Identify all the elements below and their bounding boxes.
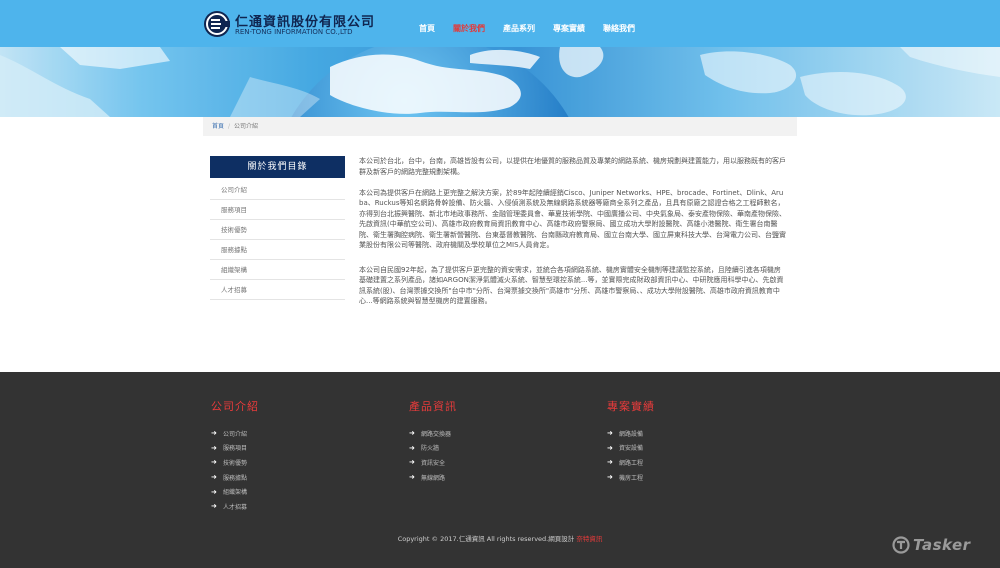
nav-home[interactable]: 首頁 (410, 0, 444, 47)
footer-heading-products: 產品資訊 (409, 400, 457, 413)
arrow-right-icon: ➜ (409, 443, 415, 452)
footer-link-label: 網路設備 (619, 430, 644, 438)
sidebar-item-organization[interactable]: 組織架構 (210, 260, 345, 280)
footer-link-label: 資訊安全 (421, 459, 446, 467)
footer-link-label: 無線網路 (421, 474, 446, 482)
arrow-right-icon: ➜ (211, 443, 217, 452)
sidebar-title: 關於我們目錄 (210, 156, 345, 178)
sidebar-item-technology[interactable]: 技術優勢 (210, 220, 345, 240)
globe-map-image (0, 47, 1000, 117)
hero-banner (0, 47, 1000, 117)
footer-link[interactable]: ➜ 服務項目 (211, 441, 259, 456)
footer-link[interactable]: ➜ 資安設備 (607, 441, 655, 456)
copyright-notice: Copyright © 2017.仁通資訊 All rights reserve… (0, 533, 1000, 543)
footer-link[interactable]: ➜ 網路工程 (607, 455, 655, 470)
sidebar-item-services[interactable]: 服務項目 (210, 200, 345, 220)
nav-projects[interactable]: 專案實績 (544, 0, 594, 47)
footer-column-products: 產品資訊 ➜ 網路交換器 ➜ 防火牆 ➜ 資訊安全 ➜ 無線網路 (409, 398, 457, 484)
main-nav: 首頁 關於我們 產品系列 專案實績 聯絡我們 (410, 0, 644, 47)
footer-link[interactable]: ➜ 資訊安全 (409, 455, 457, 470)
footer-link-label: 防火牆 (421, 445, 440, 453)
logo[interactable]: 仁通資訊股份有限公司 REN-TONG INFORMATION CO.,LTD (203, 9, 374, 39)
arrow-right-icon: ➜ (607, 443, 613, 452)
footer-link[interactable]: ➜ 人才招募 (211, 499, 259, 514)
footer-heading-company: 公司介紹 (211, 400, 259, 413)
brand-subtitle: REN-TONG INFORMATION CO.,LTD (235, 28, 353, 36)
tasker-watermark: Tasker (892, 536, 971, 554)
breadcrumb: 首頁 / 公司介紹 (203, 117, 797, 136)
sidebar-item-careers[interactable]: 人才招募 (210, 280, 345, 300)
footer-link[interactable]: ➜ 公司介紹 (211, 426, 259, 441)
company-intro-content: 本公司於台北，台中，台南，高雄皆設有公司，以提供在地優質的服務品質及專業的網路系… (359, 156, 787, 317)
arrow-right-icon: ➜ (211, 487, 217, 496)
sidebar-menu: 公司介紹 服務項目 技術優勢 服務據點 組織架構 人才招募 (210, 180, 345, 300)
sidebar-item-locations[interactable]: 服務據點 (210, 240, 345, 260)
footer-link[interactable]: ➜ 網路設備 (607, 426, 655, 441)
footer-link-label: 技術優勢 (223, 459, 248, 467)
copyright-text: Copyright © 2017.仁通資訊 All rights reserve… (397, 535, 575, 543)
footer-link[interactable]: ➜ 機房工程 (607, 470, 655, 485)
footer-link[interactable]: ➜ 無線網路 (409, 470, 457, 485)
footer-heading-projects: 專案實績 (607, 400, 655, 413)
footer-link[interactable]: ➜ 組織架構 (211, 484, 259, 499)
nav-about[interactable]: 關於我們 (444, 0, 494, 47)
footer-link-label: 服務據點 (223, 474, 248, 482)
breadcrumb-separator: / (228, 123, 231, 130)
watermark-text: Tasker (913, 536, 971, 554)
nav-products[interactable]: 產品系列 (494, 0, 544, 47)
footer-link-label: 公司介紹 (223, 430, 248, 438)
arrow-right-icon: ➜ (211, 458, 217, 467)
site-footer: 公司介紹 ➜ 公司介紹 ➜ 服務項目 ➜ 技術優勢 ➜ 服務據點 ➜ 組織架構 ➜ 人才招募… (0, 372, 1000, 568)
arrow-right-icon: ➜ (607, 429, 613, 438)
arrow-right-icon: ➜ (409, 429, 415, 438)
about-sidebar: 關於我們目錄 公司介紹 服務項目 技術優勢 服務據點 組織架構 人才招募 (210, 156, 345, 300)
sidebar-item-company-intro[interactable]: 公司介紹 (210, 180, 345, 200)
arrow-right-icon: ➜ (211, 473, 217, 482)
designer-link[interactable]: 奈特資訊 (576, 535, 602, 543)
footer-link-label: 網路工程 (619, 459, 644, 467)
distribution-paragraph: 本公司為提供客戶在網路上更完整之解決方案，於89年起陸續經銷Cisco、Juni… (359, 188, 786, 250)
nav-contact[interactable]: 聯絡我們 (594, 0, 644, 47)
footer-link-label: 服務項目 (223, 445, 248, 453)
intro-paragraph: 本公司於台北，台中，台南，高雄皆設有公司，以提供在地優質的服務品質及專業的網路系… (359, 157, 786, 176)
breadcrumb-current: 公司介紹 (234, 123, 259, 130)
arrow-right-icon: ➜ (211, 429, 217, 438)
footer-link-label: 人才招募 (223, 503, 248, 511)
tasker-logo-icon (892, 536, 910, 554)
site-header: 仁通資訊股份有限公司 REN-TONG INFORMATION CO.,LTD … (0, 0, 1000, 47)
breadcrumb-home[interactable]: 首頁 (212, 123, 224, 130)
footer-link-label: 機房工程 (619, 474, 644, 482)
footer-link[interactable]: ➜ 防火牆 (409, 441, 457, 456)
logo-icon (204, 11, 230, 37)
footer-link-label: 資安設備 (619, 445, 644, 453)
footer-link[interactable]: ➜ 技術優勢 (211, 455, 259, 470)
footer-column-projects: 專案實績 ➜ 網路設備 ➜ 資安設備 ➜ 網路工程 ➜ 機房工程 (607, 398, 655, 484)
footer-column-company: 公司介紹 ➜ 公司介紹 ➜ 服務項目 ➜ 技術優勢 ➜ 服務據點 ➜ 組織架構 ➜ 人才招募 (211, 398, 259, 514)
security-paragraph: 本公司自民國92年起，為了提供客戶更完整的資安需求，並統合各項網路系統、機房實體… (359, 265, 784, 306)
arrow-right-icon: ➜ (607, 473, 613, 482)
footer-link-label: 網路交換器 (421, 430, 452, 438)
footer-link[interactable]: ➜ 網路交換器 (409, 426, 457, 441)
footer-link-label: 組織架構 (223, 489, 248, 497)
arrow-right-icon: ➜ (607, 458, 613, 467)
footer-link[interactable]: ➜ 服務據點 (211, 470, 259, 485)
arrow-right-icon: ➜ (409, 473, 415, 482)
arrow-right-icon: ➜ (409, 458, 415, 467)
arrow-right-icon: ➜ (211, 502, 217, 511)
